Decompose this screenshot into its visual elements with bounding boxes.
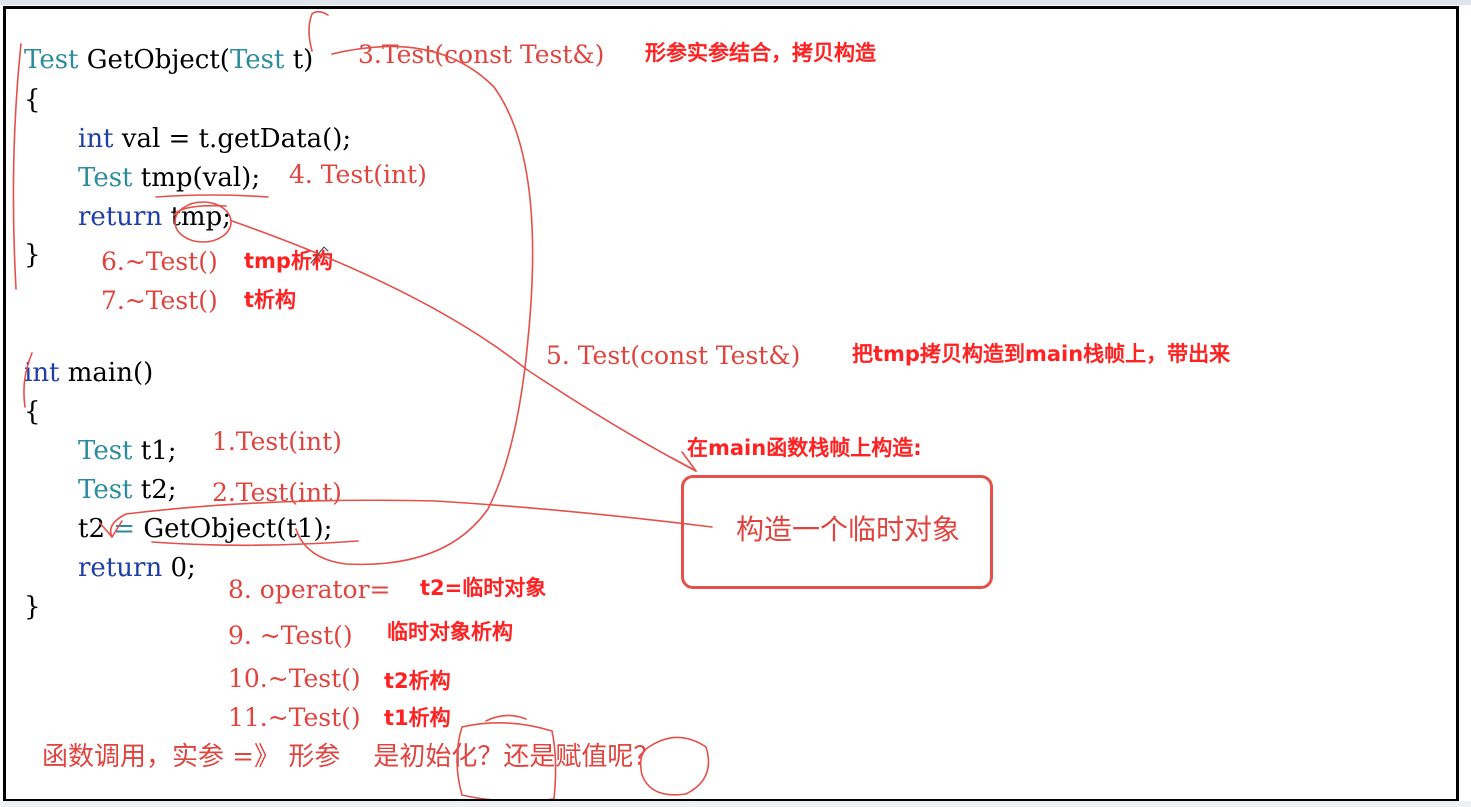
temp-object-label: 构造一个临时对象	[736, 513, 961, 546]
step-11-label: 11.~Test()	[228, 703, 361, 732]
tmp-underline	[155, 194, 269, 198]
step-3-label: 3.Test(const Test&)	[358, 40, 605, 69]
step-7-label: 7.~Test()	[101, 286, 218, 315]
code-line-t1: Test t1;	[78, 438, 177, 464]
return-value: tmp;	[170, 202, 231, 232]
whiteboard-frame: Test GetObject(Test t) { int val = t.get…	[3, 6, 1459, 802]
getobject-close-brace: }	[24, 240, 41, 270]
main-close-brace: }	[24, 592, 41, 622]
step-11-note: t1析构	[384, 706, 451, 730]
code-line-t2: Test t2;	[78, 477, 177, 503]
t2-decl: t2;	[140, 475, 177, 505]
step-3-note: 形参实参结合，拷贝构造	[645, 41, 876, 65]
getobject-signature: Test GetObject(Test t)	[24, 47, 313, 73]
step-2-label: 2.Test(int)	[212, 478, 342, 507]
step-6-note: tmp析构	[244, 249, 333, 273]
param-type: Test	[229, 45, 285, 75]
step-7-note: t析构	[244, 288, 297, 312]
val-statement: val = t.getData();	[121, 124, 352, 154]
bottom-edge	[0, 801, 1471, 807]
step-9-note: 临时对象析构	[387, 620, 513, 644]
int-keyword: int	[78, 124, 114, 154]
temp-object-box: 构造一个临时对象	[681, 475, 993, 589]
tmp-statement: tmp(val);	[140, 163, 261, 193]
getobject-open-brace: {	[24, 85, 41, 115]
code-line-return-0: return 0;	[78, 555, 196, 581]
main-name: main()	[67, 358, 154, 388]
main-return-type: int	[24, 358, 60, 388]
code-line-val: int val = t.getData();	[78, 126, 351, 152]
t1-type: Test	[78, 436, 133, 466]
param-name: t)	[292, 45, 314, 75]
return-type: Test	[24, 45, 79, 75]
t1-decl: t1;	[140, 436, 177, 466]
step-6-label: 6.~Test()	[101, 247, 218, 276]
assign-operator: =	[113, 514, 136, 544]
code-line-assign: t2 = GetObject(t1);	[78, 516, 332, 542]
code-line-return-tmp: return tmp;	[78, 204, 231, 230]
main-return-keyword: return	[78, 553, 163, 583]
assign-rhs: GetObject(t1);	[143, 514, 333, 544]
step-1-label: 1.Test(int)	[212, 427, 342, 456]
step-4-label: 4. Test(int)	[289, 160, 427, 189]
main-open-brace: {	[24, 397, 41, 427]
assign-lhs: t2	[78, 514, 105, 544]
main-signature: int main()	[24, 360, 153, 386]
step-5-note: 把tmp拷贝构造到main栈帧上，带出来	[852, 342, 1231, 366]
main-return-value: 0;	[170, 553, 196, 583]
return-keyword: return	[78, 202, 163, 232]
step-8-note: t2=临时对象	[420, 576, 547, 600]
bracket-getobject	[12, 43, 22, 290]
code-line-tmp: Test tmp(val);	[78, 165, 260, 191]
question-text: 函数调用，实参 =》 形参 是初始化？还是赋值呢？	[42, 742, 660, 772]
tmp-type: Test	[78, 163, 133, 193]
step-10-note: t2析构	[384, 669, 451, 693]
temp-object-header: 在main函数栈帧上构造:	[687, 436, 922, 460]
step-10-label: 10.~Test()	[228, 664, 361, 693]
t2-type: Test	[78, 475, 133, 505]
function-name: GetObject(	[86, 45, 230, 75]
step-8-label: 8. operator=	[228, 575, 391, 604]
step-5-label: 5. Test(const Test&)	[546, 341, 801, 370]
step-9-label: 9. ~Test()	[228, 621, 353, 650]
top-edge	[0, 0, 1471, 5]
